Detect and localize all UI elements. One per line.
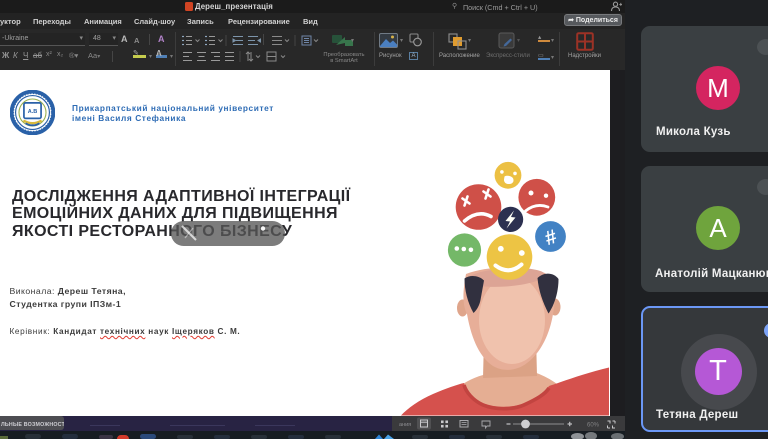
- svg-text:60%: 60%: [587, 423, 600, 429]
- svg-text:А.В: А.В: [27, 109, 37, 115]
- svg-text:...: ...: [221, 227, 227, 234]
